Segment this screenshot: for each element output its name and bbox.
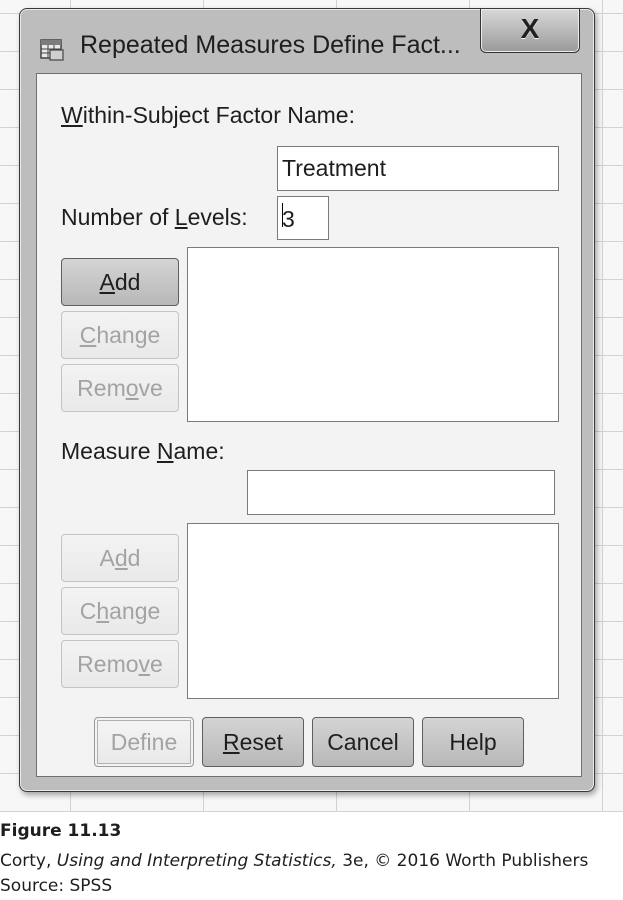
- factor-remove-button[interactable]: Rem o ve: [61, 364, 179, 412]
- window-title: Repeated Measures Define Fact...: [80, 31, 461, 59]
- measure-change-button[interactable]: Ch ange: [61, 587, 179, 635]
- close-icon: X: [520, 13, 540, 44]
- text-cursor: [282, 203, 283, 227]
- factor-change-button[interactable]: Change: [61, 311, 179, 359]
- factor-name-label: Within-Subject Factor Name:: [61, 102, 355, 128]
- measure-list[interactable]: [187, 523, 559, 699]
- spreadsheet-dialog-icon: [40, 39, 64, 61]
- number-of-levels-label: Number of Levels:: [61, 204, 248, 230]
- measure-name-input[interactable]: [247, 470, 555, 515]
- cancel-button[interactable]: Cancel: [312, 717, 414, 767]
- figure-caption-credit: Corty, Using and Interpreting Statistics…: [0, 851, 589, 871]
- help-button[interactable]: Help: [422, 717, 524, 767]
- measure-name-label: Measure Name:: [61, 438, 225, 464]
- reset-button[interactable]: Reset: [202, 717, 304, 767]
- title-bar[interactable]: Repeated Measures Define Fact... X: [20, 9, 594, 73]
- dialog-body: Within-Subject Factor Name: Number of Le…: [36, 73, 582, 777]
- figure-caption-title: Figure 11.13: [0, 821, 122, 841]
- number-of-levels-input[interactable]: 3: [277, 196, 329, 240]
- factor-list[interactable]: [187, 247, 559, 422]
- factor-name-input[interactable]: [277, 146, 559, 191]
- repeated-measures-dialog: Repeated Measures Define Fact... X Withi…: [19, 8, 595, 792]
- factor-add-button[interactable]: Add: [61, 258, 179, 306]
- measure-remove-button[interactable]: Remo v e: [61, 640, 179, 688]
- measure-add-button[interactable]: Add: [61, 534, 179, 582]
- close-button[interactable]: X: [480, 9, 580, 53]
- define-button[interactable]: Define: [94, 717, 194, 767]
- figure-caption-source: Source: SPSS: [0, 876, 113, 896]
